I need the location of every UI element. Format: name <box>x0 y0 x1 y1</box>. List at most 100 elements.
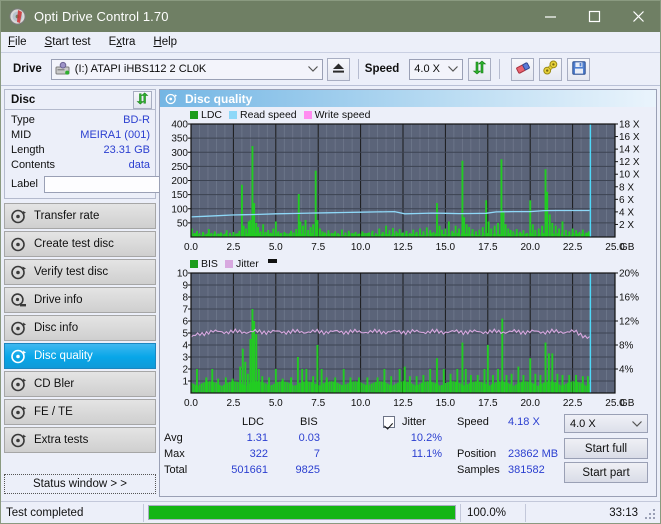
drive-select[interactable]: (I:) ATAPI iHBS112 2 CL0K <box>50 58 323 80</box>
sidebar-item-extra-tests[interactable]: Extra tests <box>4 427 156 453</box>
svg-text:7.5: 7.5 <box>311 242 325 253</box>
legend-jitter: Jitter <box>224 258 259 270</box>
tools-button[interactable] <box>539 57 563 81</box>
maximize-button[interactable] <box>572 1 616 32</box>
bis-chart-svg: 12345678910 4% 8% 12% 16% 20% 0.0 2.5 5.0 7.5 10.0… <box>177 269 639 410</box>
svg-text:0.0: 0.0 <box>184 242 198 253</box>
ldc-max-value: 322 <box>249 448 268 460</box>
menu-bar: FFileile Start test Extra Help <box>1 32 660 53</box>
svg-text:7: 7 <box>182 305 188 316</box>
status-bar: Test completed 100.0% 33:13 <box>1 501 660 523</box>
disc-info-panel: Disc Type BD-R MID MEIRA1 (001) Length 2… <box>4 89 247 199</box>
menu-start-test[interactable]: Start test <box>45 34 100 50</box>
toolbar-divider-2 <box>499 59 501 79</box>
test-speed-select[interactable]: 4.0 X <box>564 414 648 433</box>
disc-length-value: 23.31 GB <box>103 143 150 156</box>
save-button[interactable] <box>567 57 591 81</box>
jitter-checkbox[interactable] <box>383 416 395 428</box>
sidebar-item-verify-test-disc[interactable]: Verify test disc <box>4 259 156 285</box>
ldc-legend: LDC Read speed Write speed <box>190 109 378 121</box>
start-part-button[interactable]: Start part <box>564 462 648 483</box>
disc-type-label: Type <box>11 113 35 126</box>
sidebar-item-label: CD Bler <box>34 378 75 390</box>
status-window-button[interactable]: Status window > > <box>4 474 156 494</box>
wrench-icon <box>543 60 558 78</box>
stats-row-total: Total <box>164 464 188 476</box>
window-title: Opti Drive Control 1.70 <box>34 9 169 24</box>
app-disc-icon <box>9 8 26 25</box>
disc-panel-header: Disc <box>5 90 155 110</box>
sidebar-item-label: Transfer rate <box>34 210 100 222</box>
menu-help[interactable]: Help <box>153 34 186 50</box>
bis-total-value: 9825 <box>295 464 320 476</box>
drive-value: (I:) ATAPI iHBS112 2 CL0K <box>74 63 207 75</box>
svg-text:2 X: 2 X <box>619 220 634 231</box>
close-button[interactable] <box>616 1 660 32</box>
speed-value: 4.0 X <box>414 63 440 75</box>
svg-text:2: 2 <box>182 365 188 376</box>
sidebar-item-label: Verify test disc <box>34 266 109 278</box>
sidebar-item-fe-te[interactable]: FE / TE <box>4 399 156 425</box>
jitter-label: Jitter <box>402 416 426 428</box>
sidebar-item-label: Create test disc <box>34 238 114 250</box>
refresh-button[interactable] <box>468 57 492 81</box>
drive-label: Drive <box>13 63 42 75</box>
svg-text:15.0: 15.0 <box>436 398 456 409</box>
chart-scroll-marker[interactable] <box>267 259 277 263</box>
svg-text:20.0: 20.0 <box>520 398 540 409</box>
disc-mid-value: MEIRA1 (001) <box>80 128 150 141</box>
svg-text:1: 1 <box>182 377 188 388</box>
svg-text:8%: 8% <box>619 341 634 352</box>
svg-text:15.0: 15.0 <box>436 242 456 253</box>
speed-stat-label: Speed <box>457 416 489 428</box>
svg-text:22.5: 22.5 <box>563 398 583 409</box>
jitter-avg-value: 10.2% <box>410 432 442 444</box>
disc-create-icon <box>11 237 27 252</box>
status-divider-1 <box>143 503 144 522</box>
svg-text:GB: GB <box>620 242 635 253</box>
disc-label-row: Label <box>11 174 247 194</box>
disc-row-mid: MID MEIRA1 (001) <box>11 127 150 142</box>
disc-rows: Type BD-R MID MEIRA1 (001) Length 23.31 … <box>5 110 247 198</box>
panel-header: Disc quality <box>160 90 656 107</box>
sidebar-item-disc-info[interactable]: Disc info <box>4 315 156 341</box>
legend-label: BIS <box>201 258 218 270</box>
svg-text:250: 250 <box>171 162 188 173</box>
legend-swatch-bis <box>190 260 198 268</box>
svg-text:7.5: 7.5 <box>311 398 325 409</box>
stats-col-bis: BIS <box>300 416 318 428</box>
disc-quality-panel: Disc quality LDC Read speed Write speed … <box>159 89 657 497</box>
disc-row-contents: Contents data <box>11 157 150 172</box>
erase-button[interactable] <box>511 57 535 81</box>
chevron-down-icon <box>448 60 459 79</box>
svg-text:8 X: 8 X <box>619 182 634 193</box>
floppy-save-icon <box>572 60 586 78</box>
disc-row-length: Length 23.31 GB <box>11 142 150 157</box>
sidebar-item-disc-quality[interactable]: Disc quality <box>4 343 156 369</box>
resize-grip[interactable] <box>645 509 657 521</box>
sidebar-item-create-test-disc[interactable]: Create test disc <box>4 231 156 257</box>
eject-icon <box>332 62 345 77</box>
stats-panel: LDC BIS Jitter Avg Max Total 1.31 322 50… <box>160 414 656 483</box>
svg-text:0.0: 0.0 <box>184 398 198 409</box>
disc-refresh-button[interactable] <box>133 90 152 109</box>
legend-ldc: LDC <box>190 109 222 121</box>
ldc-total-value: 501661 <box>231 464 268 476</box>
disc-fete-icon <box>11 405 27 420</box>
svg-text:10 X: 10 X <box>619 170 640 181</box>
sidebar-item-cd-bler[interactable]: CD Bler <box>4 371 156 397</box>
sidebar-item-transfer-rate[interactable]: Transfer rate <box>4 203 156 229</box>
svg-text:3: 3 <box>182 353 188 364</box>
svg-text:4 X: 4 X <box>619 207 634 218</box>
charts-area: LDC Read speed Write speed 50 100 150 200 25… <box>160 107 656 496</box>
menu-file[interactable]: FFileile <box>8 34 36 50</box>
menu-extra[interactable]: Extra <box>109 34 145 50</box>
sidebar-nav: Transfer rate Create test disc Verify te… <box>4 203 156 455</box>
drive-info-icon <box>11 292 27 308</box>
sidebar-item-drive-info[interactable]: Drive info <box>4 287 156 313</box>
minimize-button[interactable] <box>528 1 572 32</box>
speed-select[interactable]: 4.0 X <box>409 58 464 80</box>
start-full-button[interactable]: Start full <box>564 438 648 459</box>
ldc-avg-value: 1.31 <box>246 432 268 444</box>
eject-button[interactable] <box>326 57 350 81</box>
